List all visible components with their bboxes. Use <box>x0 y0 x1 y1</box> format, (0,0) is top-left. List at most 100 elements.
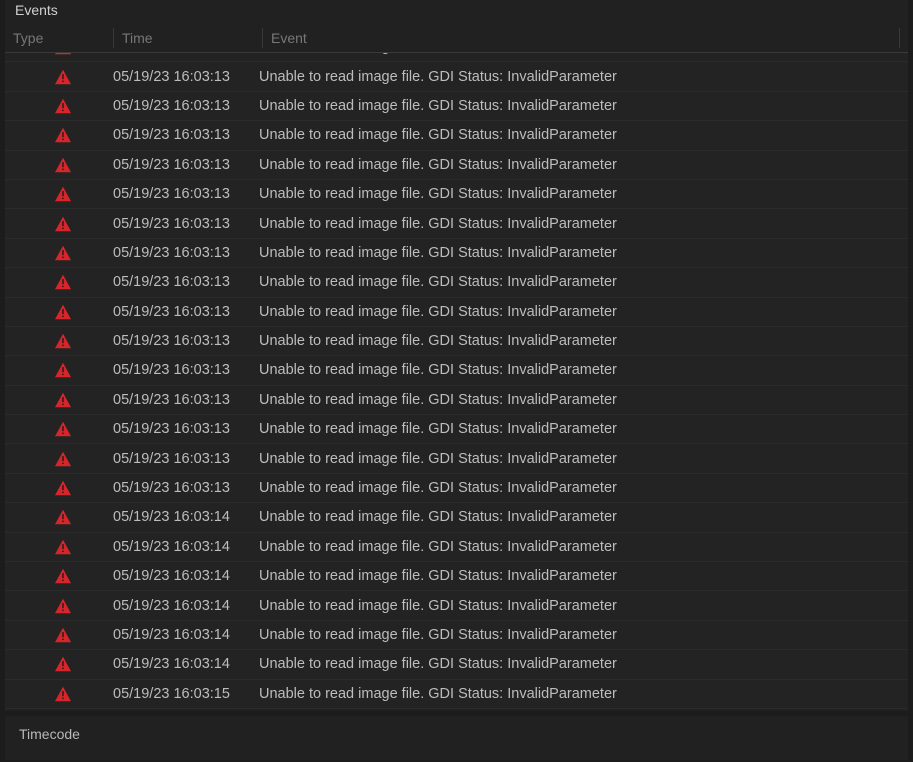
event-row[interactable]: 05/19/23 16:03:13Unable to read image fi… <box>5 239 908 268</box>
event-message-cell: Unable to read image file. GDI Status: I… <box>253 216 908 232</box>
event-row[interactable]: 05/19/23 16:03:13Unable to read image fi… <box>5 53 908 62</box>
event-type-cell <box>13 69 113 85</box>
event-time-cell: 05/19/23 16:03:13 <box>113 362 253 378</box>
warning-triangle-icon <box>54 245 72 261</box>
warning-triangle-icon <box>54 157 72 173</box>
warning-triangle-icon <box>54 304 72 320</box>
event-time-cell: 05/19/23 16:03:15 <box>113 686 253 702</box>
event-message-cell: Unable to read image file. GDI Status: I… <box>253 392 908 408</box>
column-header-event[interactable]: Event <box>271 30 899 46</box>
column-separator[interactable] <box>113 28 114 48</box>
event-time-cell: 05/19/23 16:03:13 <box>113 392 253 408</box>
column-header-time[interactable]: Time <box>122 30 262 46</box>
warning-triangle-icon <box>54 127 72 143</box>
warning-triangle-icon <box>54 539 72 555</box>
event-time-cell: 05/19/23 16:03:13 <box>113 98 253 114</box>
event-time-cell: 05/19/23 16:03:13 <box>113 304 253 320</box>
event-row[interactable]: 05/19/23 16:03:13Unable to read image fi… <box>5 121 908 150</box>
event-time-cell: 05/19/23 16:03:13 <box>113 157 253 173</box>
warning-triangle-icon <box>54 362 72 378</box>
event-message-cell: Unable to read image file. GDI Status: I… <box>253 53 908 55</box>
event-row[interactable]: 05/19/23 16:03:13Unable to read image fi… <box>5 209 908 238</box>
event-type-cell <box>13 421 113 437</box>
event-time-cell: 05/19/23 16:03:14 <box>113 509 253 525</box>
event-message-cell: Unable to read image file. GDI Status: I… <box>253 362 908 378</box>
event-row[interactable]: 05/19/23 16:03:14Unable to read image fi… <box>5 562 908 591</box>
event-time-cell: 05/19/23 16:03:13 <box>113 127 253 143</box>
event-message-cell: Unable to read image file. GDI Status: I… <box>253 539 908 555</box>
event-row[interactable]: 05/19/23 16:03:13Unable to read image fi… <box>5 327 908 356</box>
event-type-cell <box>13 568 113 584</box>
event-time-cell: 05/19/23 16:03:14 <box>113 539 253 555</box>
events-panel-title: Events <box>5 0 908 24</box>
event-type-cell <box>13 333 113 349</box>
event-row[interactable]: 05/19/23 16:03:13Unable to read image fi… <box>5 298 908 327</box>
event-row[interactable]: 05/19/23 16:03:13Unable to read image fi… <box>5 444 908 473</box>
event-message-cell: Unable to read image file. GDI Status: I… <box>253 480 908 496</box>
event-row[interactable]: 05/19/23 16:03:14Unable to read image fi… <box>5 533 908 562</box>
event-row[interactable]: 05/19/23 16:03:14Unable to read image fi… <box>5 621 908 650</box>
event-message-cell: Unable to read image file. GDI Status: I… <box>253 274 908 290</box>
warning-triangle-icon <box>54 627 72 643</box>
event-type-cell <box>13 127 113 143</box>
events-column-header: Type Time Event <box>5 24 908 53</box>
warning-triangle-icon <box>54 274 72 290</box>
timecode-panel-title: Timecode <box>5 716 908 752</box>
event-time-cell: 05/19/23 16:03:13 <box>113 53 253 55</box>
event-time-cell: 05/19/23 16:03:13 <box>113 245 253 261</box>
warning-triangle-icon <box>54 216 72 232</box>
event-type-cell <box>13 539 113 555</box>
column-separator[interactable] <box>899 28 900 48</box>
column-header-type[interactable]: Type <box>13 30 113 46</box>
event-row[interactable]: 05/19/23 16:03:14Unable to read image fi… <box>5 650 908 679</box>
event-type-cell <box>13 392 113 408</box>
event-type-cell <box>13 245 113 261</box>
event-message-cell: Unable to read image file. GDI Status: I… <box>253 98 908 114</box>
events-panel: Events Type Time Event 05/19/23 16:03:13… <box>5 0 908 710</box>
event-row[interactable]: 05/19/23 16:03:13Unable to read image fi… <box>5 180 908 209</box>
event-message-cell: Unable to read image file. GDI Status: I… <box>253 333 908 349</box>
event-row[interactable]: 05/19/23 16:03:13Unable to read image fi… <box>5 415 908 444</box>
event-type-cell <box>13 274 113 290</box>
event-time-cell: 05/19/23 16:03:13 <box>113 274 253 290</box>
events-rows-viewport[interactable]: 05/19/23 16:03:13Unable to read image fi… <box>5 53 908 711</box>
warning-triangle-icon <box>54 69 72 85</box>
column-separator[interactable] <box>262 28 263 48</box>
event-type-cell <box>13 98 113 114</box>
event-type-cell <box>13 216 113 232</box>
event-row[interactable]: 05/19/23 16:03:13Unable to read image fi… <box>5 151 908 180</box>
warning-triangle-icon <box>54 392 72 408</box>
event-row[interactable]: 05/19/23 16:03:15Unable to read image fi… <box>5 680 908 709</box>
warning-triangle-icon <box>54 451 72 467</box>
event-message-cell: Unable to read image file. GDI Status: I… <box>253 568 908 584</box>
event-message-cell: Unable to read image file. GDI Status: I… <box>253 127 908 143</box>
event-type-cell <box>13 686 113 702</box>
event-type-cell <box>13 598 113 614</box>
event-time-cell: 05/19/23 16:03:14 <box>113 656 253 672</box>
event-message-cell: Unable to read image file. GDI Status: I… <box>253 245 908 261</box>
event-message-cell: Unable to read image file. GDI Status: I… <box>253 451 908 467</box>
event-type-cell <box>13 509 113 525</box>
event-message-cell: Unable to read image file. GDI Status: I… <box>253 627 908 643</box>
event-message-cell: Unable to read image file. GDI Status: I… <box>253 157 908 173</box>
event-time-cell: 05/19/23 16:03:14 <box>113 568 253 584</box>
event-row[interactable]: 05/19/23 16:03:14Unable to read image fi… <box>5 503 908 532</box>
warning-triangle-icon <box>54 186 72 202</box>
warning-triangle-icon <box>54 98 72 114</box>
event-row[interactable]: 05/19/23 16:03:13Unable to read image fi… <box>5 92 908 121</box>
event-row[interactable]: 05/19/23 16:03:14Unable to read image fi… <box>5 591 908 620</box>
warning-triangle-icon <box>54 656 72 672</box>
event-time-cell: 05/19/23 16:03:13 <box>113 186 253 202</box>
event-row[interactable]: 05/19/23 16:03:13Unable to read image fi… <box>5 474 908 503</box>
event-row[interactable]: 05/19/23 16:03:13Unable to read image fi… <box>5 268 908 297</box>
event-time-cell: 05/19/23 16:03:13 <box>113 69 253 85</box>
event-type-cell <box>13 480 113 496</box>
event-message-cell: Unable to read image file. GDI Status: I… <box>253 656 908 672</box>
event-row[interactable]: 05/19/23 16:03:13Unable to read image fi… <box>5 386 908 415</box>
event-message-cell: Unable to read image file. GDI Status: I… <box>253 421 908 437</box>
event-message-cell: Unable to read image file. GDI Status: I… <box>253 304 908 320</box>
event-time-cell: 05/19/23 16:03:14 <box>113 627 253 643</box>
event-type-cell <box>13 656 113 672</box>
event-row[interactable]: 05/19/23 16:03:13Unable to read image fi… <box>5 62 908 91</box>
event-row[interactable]: 05/19/23 16:03:13Unable to read image fi… <box>5 356 908 385</box>
